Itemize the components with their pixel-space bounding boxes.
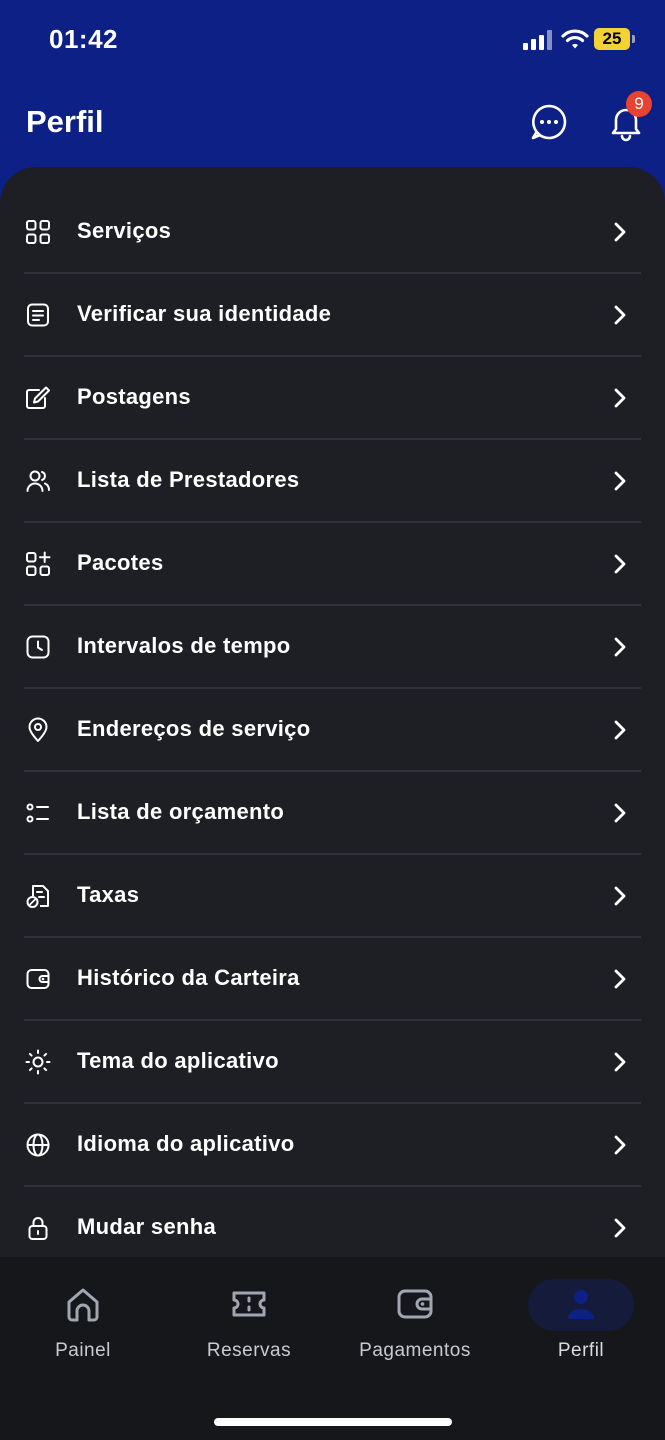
- chevron-right-icon: [614, 554, 626, 574]
- nav-item-pagamentos[interactable]: Pagamentos: [332, 1257, 498, 1377]
- notification-badge: 9: [626, 91, 652, 117]
- status-time: 01:42: [49, 24, 118, 54]
- wallet-icon: [397, 1289, 433, 1319]
- chevron-right-icon: [614, 222, 626, 242]
- nav-item-perfil[interactable]: Perfil: [498, 1257, 664, 1377]
- menu-item-label: Pacotes: [77, 550, 164, 575]
- menu-item-pacotes[interactable]: Pacotes: [0, 523, 665, 606]
- profile-menu: Serviços Verificar sua identidade Postag…: [0, 167, 665, 1257]
- cellular-signal-icon: [523, 30, 552, 50]
- chevron-right-icon: [614, 1218, 626, 1238]
- menu-item-servicos[interactable]: Serviços: [0, 191, 665, 274]
- menu-item-verificar-identidade[interactable]: Verificar sua identidade: [0, 274, 665, 357]
- menu-item-postagens[interactable]: Postagens: [0, 357, 665, 440]
- chevron-right-icon: [614, 720, 626, 740]
- menu-item-label: Verificar sua identidade: [77, 301, 332, 326]
- chevron-right-icon: [614, 637, 626, 657]
- nav-label: Painel: [55, 1340, 111, 1361]
- menu-item-label: Intervalos de tempo: [77, 633, 291, 658]
- chat-icon[interactable]: [529, 102, 569, 142]
- users-icon: [26, 470, 50, 492]
- chevron-right-icon: [614, 1052, 626, 1072]
- menu-item-lista-orcamento[interactable]: Lista de orçamento: [0, 772, 665, 855]
- chevron-right-icon: [614, 969, 626, 989]
- status-bar: 01:42 25: [0, 0, 665, 80]
- battery-icon: 25: [594, 28, 638, 52]
- menu-item-label: Taxas: [77, 882, 140, 907]
- chevron-right-icon: [614, 388, 626, 408]
- menu-item-enderecos-servico[interactable]: Endereços de serviço: [0, 689, 665, 772]
- home-indicator: [214, 1418, 452, 1426]
- grid-icon: [26, 220, 50, 244]
- chevron-right-icon: [614, 305, 626, 325]
- nav-label: Reservas: [206, 1340, 292, 1361]
- home-icon: [67, 1288, 99, 1322]
- menu-item-idioma-aplicativo[interactable]: Idioma do aplicativo: [0, 1104, 665, 1187]
- clock-icon: [26, 635, 50, 659]
- menu-item-label: Tema do aplicativo: [77, 1048, 279, 1073]
- menu-item-tema-aplicativo[interactable]: Tema do aplicativo: [0, 1021, 665, 1104]
- battery-level: 25: [594, 28, 630, 50]
- checklist-icon: [26, 803, 49, 823]
- nav-label: Pagamentos: [359, 1340, 471, 1361]
- menu-item-label: Postagens: [77, 384, 191, 409]
- menu-item-taxas[interactable]: Taxas: [0, 855, 665, 938]
- menu-item-label: Lista de Prestadores: [77, 467, 300, 492]
- menu-item-label: Serviços: [77, 218, 172, 243]
- edit-post-icon: [26, 386, 50, 409]
- bottom-navigation: Painel Reservas Pagamentos Perfil: [0, 1257, 665, 1440]
- menu-item-historico-carteira[interactable]: Histórico da Carteira: [0, 938, 665, 1021]
- menu-item-intervalos-tempo[interactable]: Intervalos de tempo: [0, 606, 665, 689]
- lock-icon: [28, 1217, 48, 1240]
- wallet-icon: [26, 969, 50, 989]
- menu-item-label: Lista de orçamento: [77, 799, 285, 824]
- globe-icon: [26, 1133, 50, 1157]
- location-pin-icon: [28, 717, 48, 742]
- sun-icon: [25, 1049, 51, 1075]
- menu-item-mudar-senha[interactable]: Mudar senha: [0, 1187, 665, 1257]
- page-title: Perfil: [26, 104, 104, 139]
- menu-item-label: Histórico da Carteira: [77, 965, 300, 990]
- ticket-icon: [232, 1291, 266, 1317]
- chevron-right-icon: [614, 803, 626, 823]
- tax-document-icon: [26, 885, 49, 908]
- nav-label: Perfil: [557, 1340, 605, 1361]
- user-icon: [568, 1290, 594, 1319]
- menu-item-lista-prestadores[interactable]: Lista de Prestadores: [0, 440, 665, 523]
- menu-item-label: Mudar senha: [77, 1214, 216, 1239]
- chevron-right-icon: [614, 471, 626, 491]
- nav-item-painel[interactable]: Painel: [0, 1257, 166, 1377]
- chevron-right-icon: [614, 1135, 626, 1155]
- menu-item-label: Idioma do aplicativo: [77, 1131, 295, 1156]
- grid-plus-icon: [26, 551, 51, 576]
- wifi-icon: [561, 29, 589, 49]
- menu-item-label: Endereços de serviço: [77, 716, 311, 741]
- id-document-icon: [27, 303, 49, 327]
- app-header: Perfil: [0, 80, 665, 168]
- nav-item-reservas[interactable]: Reservas: [166, 1257, 332, 1377]
- chevron-right-icon: [614, 886, 626, 906]
